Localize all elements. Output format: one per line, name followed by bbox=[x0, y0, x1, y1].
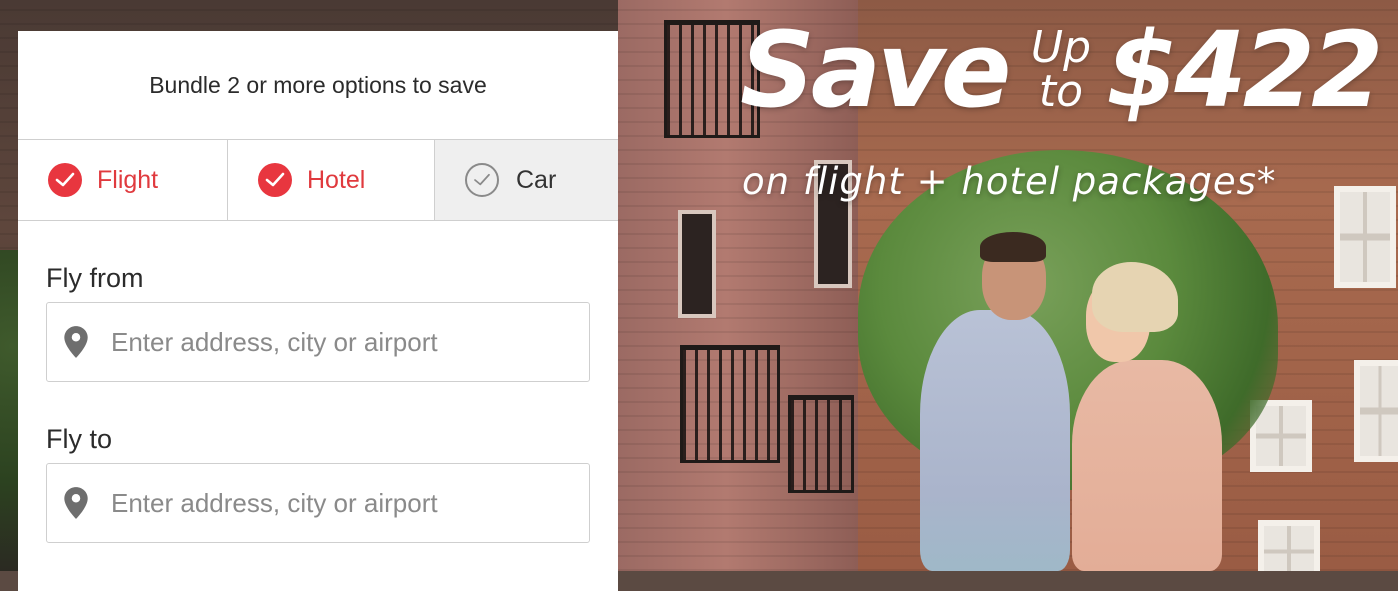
promo-up: Up bbox=[1030, 22, 1092, 73]
location-pin-icon bbox=[64, 326, 88, 358]
man-hair bbox=[980, 232, 1046, 262]
fly-from-input[interactable] bbox=[109, 325, 573, 359]
fly-from-group: Fly from bbox=[18, 263, 618, 382]
promo-up-to: Up to bbox=[1026, 26, 1096, 114]
woman-figure bbox=[1072, 360, 1222, 571]
tab-hotel-label: Hotel bbox=[307, 165, 366, 194]
checkmark-circle-icon bbox=[258, 163, 292, 197]
booking-card-title: Bundle 2 or more options to save bbox=[18, 31, 618, 140]
fly-to-input[interactable] bbox=[109, 486, 573, 520]
promo-save-word: Save bbox=[740, 9, 1011, 131]
checkmark-circle-icon bbox=[48, 163, 82, 197]
bundle-option-tabs: Flight Hotel Car bbox=[18, 140, 618, 221]
man-figure bbox=[920, 310, 1070, 571]
fly-to-group: Fly to bbox=[18, 424, 618, 543]
fly-to-label: Fly to bbox=[46, 424, 113, 454]
tab-car[interactable]: Car bbox=[434, 140, 618, 220]
tab-hotel[interactable]: Hotel bbox=[227, 140, 434, 220]
promo-subline: on flight + hotel packages* bbox=[742, 160, 1277, 203]
tab-car-label: Car bbox=[516, 165, 557, 194]
promo-amount: $422 bbox=[1106, 9, 1383, 131]
tab-flight[interactable]: Flight bbox=[18, 140, 227, 220]
tab-flight-label: Flight bbox=[97, 165, 159, 194]
fly-from-field[interactable] bbox=[46, 302, 590, 382]
location-pin-icon bbox=[64, 487, 88, 519]
promo-to: to bbox=[1038, 66, 1084, 117]
fly-to-field[interactable] bbox=[46, 463, 590, 543]
booking-card: Bundle 2 or more options to save Flight … bbox=[18, 31, 618, 591]
checkmark-outline-icon bbox=[465, 163, 499, 197]
fly-from-label: Fly from bbox=[46, 263, 144, 293]
